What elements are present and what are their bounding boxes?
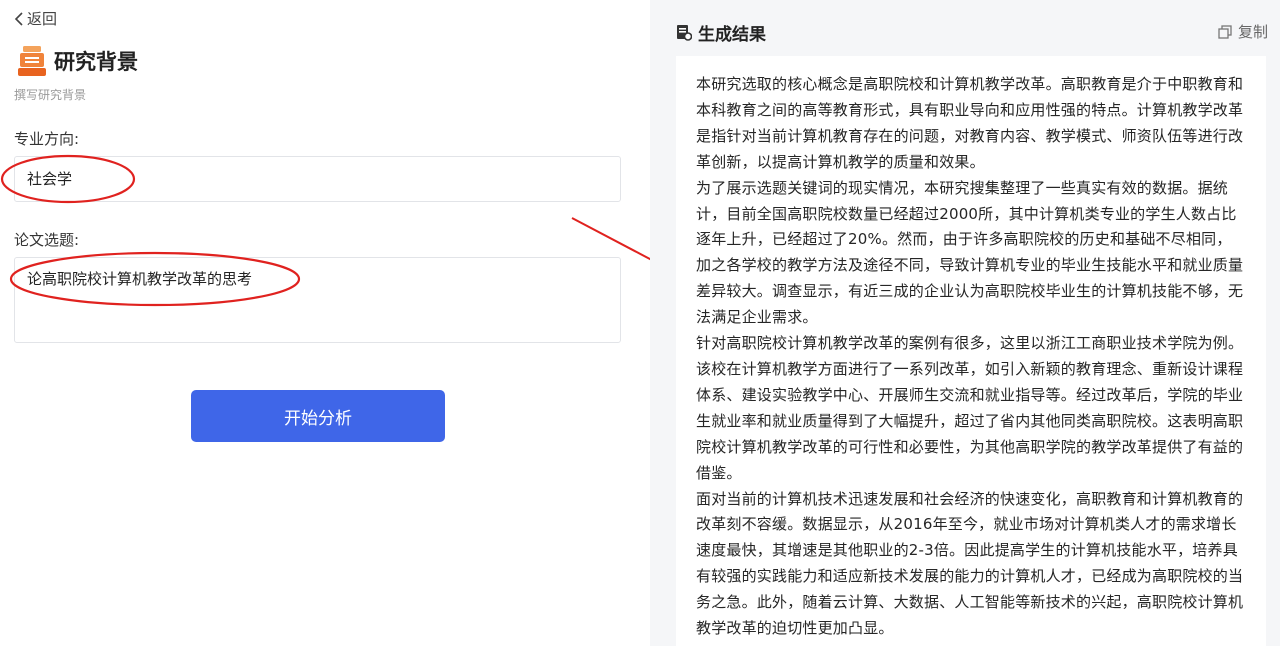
topic-value: 论高职院校计算机教学改革的思考 — [27, 270, 253, 288]
back-link[interactable]: 返回 — [14, 8, 57, 29]
result-content: 本研究选取的核心概念是高职院校和计算机教学改革。高职教育是介于中职教育和本科教育… — [676, 56, 1266, 656]
result-paragraph: 面对当前的计算机技术迅速发展和社会经济的快速变化，高职教育和计算机教育的改革刻不… — [696, 489, 1244, 638]
page-subtitle: 撰写研究背景 — [14, 88, 87, 102]
document-icon — [677, 25, 692, 41]
result-paragraph: 本研究选取的核心概念是高职院校和计算机教学改革。高职教育是介于中职教育和本科教育… — [696, 75, 1244, 171]
copy-icon — [1218, 24, 1232, 39]
copy-label: 复制 — [1237, 23, 1268, 41]
major-value: 社会学 — [27, 170, 73, 188]
topic-textarea[interactable]: 论高职院校计算机教学改革的思考 — [14, 257, 621, 343]
page-header: 研究背景 — [18, 46, 138, 76]
chevron-left-icon — [14, 11, 23, 26]
document-stack-icon — [18, 46, 46, 76]
form-panel: 返回 研究背景 撰写研究背景 专业方向: 社会学 论文选题: 论高职院校计算机教… — [0, 0, 640, 646]
result-paragraph: 为了展示选题关键词的现实情况，本研究搜集整理了一些真实有效的数据。据统计，目前全… — [696, 178, 1244, 327]
copy-button[interactable]: 复制 — [1218, 21, 1268, 42]
major-input[interactable]: 社会学 — [14, 156, 621, 202]
page-title: 研究背景 — [54, 50, 138, 74]
topic-label: 论文选题: — [14, 231, 80, 249]
result-header: 生成结果 — [676, 20, 766, 45]
start-analysis-button[interactable]: 开始分析 — [191, 390, 445, 442]
major-label: 专业方向: — [14, 130, 80, 148]
back-label: 返回 — [27, 10, 58, 28]
result-title: 生成结果 — [698, 25, 766, 45]
result-panel: 生成结果 复制 本研究选取的核心概念是高职院校和计算机教学改革。高职教育是介于中… — [650, 0, 1280, 656]
result-paragraph: 针对高职院校计算机教学改革的案例有很多，这里以浙江工商职业技术学院为例。该校在计… — [696, 334, 1244, 482]
